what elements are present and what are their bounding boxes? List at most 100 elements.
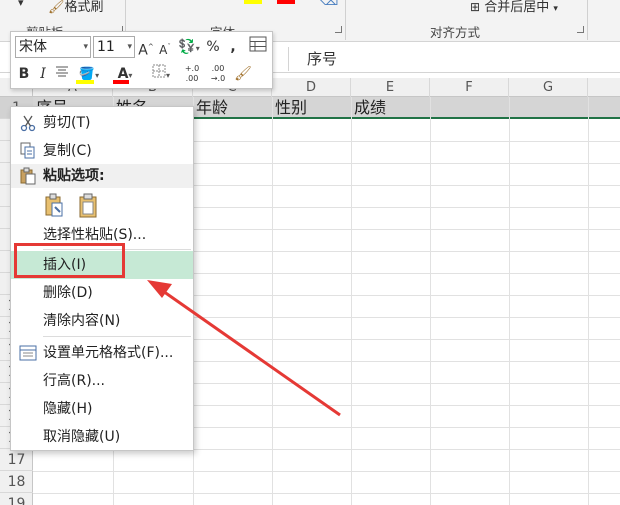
menu-item-label: 隐藏(H) [43,401,93,417]
alignment-group-label: 对齐方式 [430,25,481,40]
format-painter-button[interactable]: 🖌格式刷 [48,0,104,15]
accounting-format-button[interactable]: 💱▾ [175,36,203,58]
grid-line [33,493,620,494]
chevron-down-icon: ▾ [128,71,133,80]
decrease-decimal-icon: .00 →.0 [210,64,226,83]
paintbrush-icon: 🖌 [234,66,252,82]
annotation-highlight-box [14,243,125,278]
column-header-e[interactable]: E [351,78,430,97]
menu-item-clear-contents[interactable]: 清除内容(N) [11,307,193,335]
font-size-select[interactable]: 11 ▾ [93,36,135,58]
chevron-down-icon: ▾ [553,4,558,14]
paste-option-values[interactable] [77,191,103,221]
fill-color-button[interactable]: 🪣▾ [73,63,105,85]
menu-item-label: 行高(R)... [43,373,106,389]
menu-item-label: 删除(D) [43,285,93,301]
increase-decimal-button[interactable]: +.0 .00 [181,63,203,85]
row-header[interactable]: 18 [0,471,33,493]
clear-format-icon[interactable]: ⌫ [320,0,338,9]
format-painter-mini-button[interactable]: 🖌 [233,63,253,85]
merge-icon: ⊞ [470,0,481,14]
ribbon-dropdown-arrow[interactable]: ▾ [18,0,24,9]
borders-icon [152,64,166,78]
format-table-button[interactable] [247,36,269,58]
group-divider [345,0,346,40]
increase-font-size-button[interactable]: A^ [138,36,154,59]
chevron-down-icon: ▾ [127,42,132,52]
scissors-icon [20,115,36,132]
menu-item-delete[interactable]: 删除(D) [11,279,193,307]
format-painter-label: 格式刷 [64,0,104,15]
cell-c1[interactable]: 年龄 [196,98,228,118]
cell-d1[interactable]: 性别 [275,98,307,118]
align-center-button[interactable] [53,63,71,85]
paste-options-label: 粘贴选项: [43,168,105,184]
column-header-d[interactable]: D [272,78,351,97]
alignment-launcher-icon[interactable] [577,26,584,33]
font-launcher-icon[interactable] [335,26,342,33]
menu-item-cut[interactable]: 剪切(T) [11,109,193,137]
menu-item-label: 清除内容(N) [43,313,121,329]
row-header[interactable]: 19 [0,493,33,505]
group-divider [587,0,588,40]
merge-center-label: 合并后居中 [484,0,550,15]
menu-item-label: 设置单元格格式(F)... [43,345,174,361]
clipboard-icon [79,193,97,218]
font-color-swatch [113,80,129,84]
grid-line [588,97,589,505]
column-header-f[interactable]: F [430,78,509,97]
format-cells-icon [19,345,37,361]
percent-style-button[interactable]: % [205,36,221,58]
accounting-icon: 💱 [178,39,196,55]
font-color-button[interactable]: A▾ [109,63,141,85]
excel-window: ▾ 🖌格式刷 剪贴板 ⌫ 字体 ⊞ 合并后居中 ▾ 对齐方式 序号 A B C … [0,0,620,505]
menu-item-hide[interactable]: 隐藏(H) [11,395,193,423]
table-format-icon [249,36,267,52]
font-name-select[interactable]: 宋体 ▾ [15,36,91,58]
font-size-value: 11 [97,39,115,55]
menu-item-copy[interactable]: 复制(C) [11,137,193,165]
menu-item-format-cells[interactable]: 设置单元格格式(F)... [11,339,193,367]
comma-style-button[interactable]: , [225,36,241,58]
chevron-down-icon: ▾ [83,42,88,52]
paste-options-header: 粘贴选项: [11,164,193,188]
chevron-down-icon: ▾ [195,44,200,53]
chevron-down-icon: ▾ [95,71,100,80]
menu-item-row-height[interactable]: 行高(R)... [11,367,193,395]
chevron-down-icon: ▾ [165,71,170,80]
paste-format-icon [45,193,63,217]
menu-item-label: 取消隐藏(U) [43,429,121,445]
copy-icon [20,142,35,159]
font-name-value: 宋体 [19,39,47,55]
context-menu: 剪切(T) 复制(C) 粘贴选项: 选择性粘贴(S)... 插入(I) 删除(D… [10,106,194,451]
borders-button[interactable]: ▾ [145,63,177,85]
formula-input[interactable]: 序号 [288,47,620,71]
column-header-g[interactable]: G [509,78,588,97]
grid-line [33,471,620,472]
decrease-font-size-button[interactable]: Aˇ [158,36,172,58]
grid-line [430,97,431,505]
paintbrush-icon: 🖌 [48,0,65,15]
decrease-decimal-button[interactable]: .00 →.0 [207,63,229,85]
mini-toolbar: 宋体 ▾ 11 ▾ A^ Aˇ 💱▾ % , B I 🪣▾ A▾ ▾ +.0 .… [10,31,273,89]
paste-icon [20,167,36,185]
merge-center-button[interactable]: ⊞ 合并后居中 ▾ [470,0,558,15]
bold-button[interactable]: B [15,63,33,85]
italic-button[interactable]: I [35,63,51,85]
grid-line [509,97,510,505]
grow-font-icon: A [138,42,148,59]
grid-line [351,97,352,505]
menu-item-label: 复制(C) [43,143,92,159]
align-center-icon [56,66,68,77]
row-header[interactable]: 17 [0,449,33,471]
menu-item-unhide[interactable]: 取消隐藏(U) [11,423,193,451]
menu-item-label: 剪切(T) [43,115,91,131]
font-color-swatch[interactable] [277,0,295,4]
fill-color-swatch [76,80,94,84]
increase-decimal-icon: +.0 .00 [184,64,200,83]
cell-e1[interactable]: 成绩 [354,98,386,118]
highlight-color-swatch[interactable] [244,0,262,4]
menu-separator [43,336,191,337]
grid-line [272,97,273,505]
paste-option-formatting[interactable] [43,191,69,221]
